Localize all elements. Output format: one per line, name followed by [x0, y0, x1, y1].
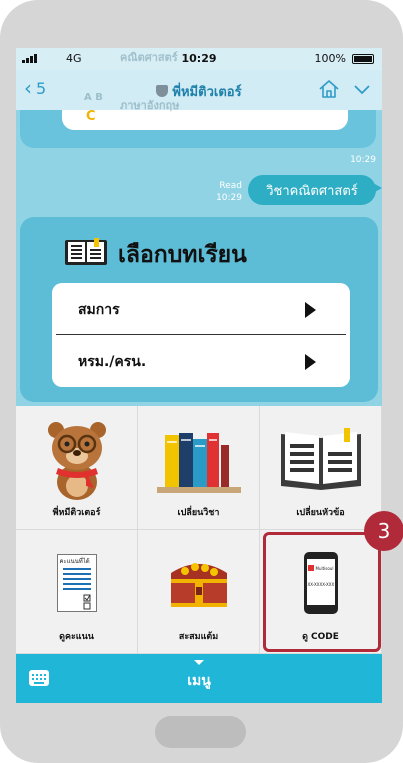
chat-header: ‹ 5 พี่หมีติวเตอร์ A B ภาษาอังกฤษ [16, 70, 382, 112]
ghost-abc: A B [84, 92, 103, 103]
phone-frame: 4G 10:29 100% คณิตศาสตร์ ‹ 5 พี่หมีติวเต… [0, 0, 403, 763]
menu-tile-label: พี่หมีติวเตอร์ [52, 508, 101, 518]
treasure-chest-icon [138, 538, 259, 628]
lesson-card-title: เลือกบทเรียน [118, 242, 247, 268]
chevron-down-icon[interactable] [352, 79, 372, 103]
menu-tile-change-topic[interactable]: เปลี่ยนหัวข้อ [260, 406, 382, 530]
menu-tile-label: สะสมแต้ม [178, 632, 219, 642]
status-bar: 4G 10:29 100% [16, 48, 382, 70]
ghost-chat-text-2: ภาษาอังกฤษ [120, 99, 180, 112]
lesson-select-card: เลือกบทเรียน สมการ หรม./ครน. [20, 217, 378, 402]
books-icon [138, 414, 259, 504]
play-arrow-icon [305, 354, 316, 370]
play-arrow-icon [305, 302, 316, 318]
menu-tile-collect-points[interactable]: สะสมแต้ม [138, 530, 260, 654]
menu-toggle[interactable]: เมนู [16, 670, 382, 692]
menu-tile-label: ดูคะแนน [59, 632, 94, 642]
step-badge: 3 [364, 511, 403, 551]
battery-percent: 100% [314, 52, 346, 65]
lesson-options: สมการ หรม./ครน. [52, 283, 350, 387]
lesson-option-label: สมการ [78, 302, 120, 318]
menu-tile-bear-tutor[interactable]: พี่หมีติวเตอร์ [16, 406, 138, 530]
bear-tutor-icon [16, 414, 137, 504]
home-icon[interactable] [318, 79, 340, 103]
lesson-card-heading: เลือกบทเรียน [64, 237, 247, 273]
highlight-frame [263, 532, 381, 652]
open-book-icon [260, 414, 381, 504]
battery-icon [352, 54, 374, 64]
book-icon [64, 237, 108, 273]
lesson-option-equation[interactable]: สมการ [52, 285, 350, 335]
score-sheet: คะแนนที่ได้ [56, 554, 97, 612]
read-time: 10:29 [216, 193, 242, 203]
lesson-option-gcd-lcm[interactable]: หรม./ครน. [52, 337, 350, 387]
menu-tile-label: เปลี่ยนหัวข้อ [296, 508, 345, 518]
menu-tile-change-subject[interactable]: เปลี่ยนวิชา [138, 406, 260, 530]
chat-title-text: พี่หมีติวเตอร์ [172, 85, 242, 100]
option-divider [56, 334, 346, 335]
score-sheet-icon: คะแนนที่ได้ [16, 538, 137, 628]
user-message-text: วิชาคณิตศาสตร์ [266, 183, 358, 199]
lesson-option-label: หรม./ครน. [78, 354, 147, 370]
ghost-chat-text: คณิตศาสตร์ [120, 51, 178, 64]
read-label: Read [219, 181, 242, 191]
caret-down-icon [194, 660, 204, 665]
previous-card-inner [62, 110, 348, 130]
menu-bar: เมนู [16, 654, 382, 703]
menu-tile-view-score[interactable]: คะแนนที่ได้ ดูคะแนน [16, 530, 138, 654]
menu-tile-label: เปลี่ยนวิชา [177, 508, 220, 518]
line-chat-screen: 4G 10:29 100% คณิตศาสตร์ ‹ 5 พี่หมีติวเต… [16, 48, 382, 703]
home-button[interactable] [155, 716, 246, 748]
message-time: 10:29 [350, 155, 376, 165]
user-message-bubble: วิชาคณิตศาสตร์ [248, 175, 382, 205]
letter-c: C [86, 109, 96, 124]
